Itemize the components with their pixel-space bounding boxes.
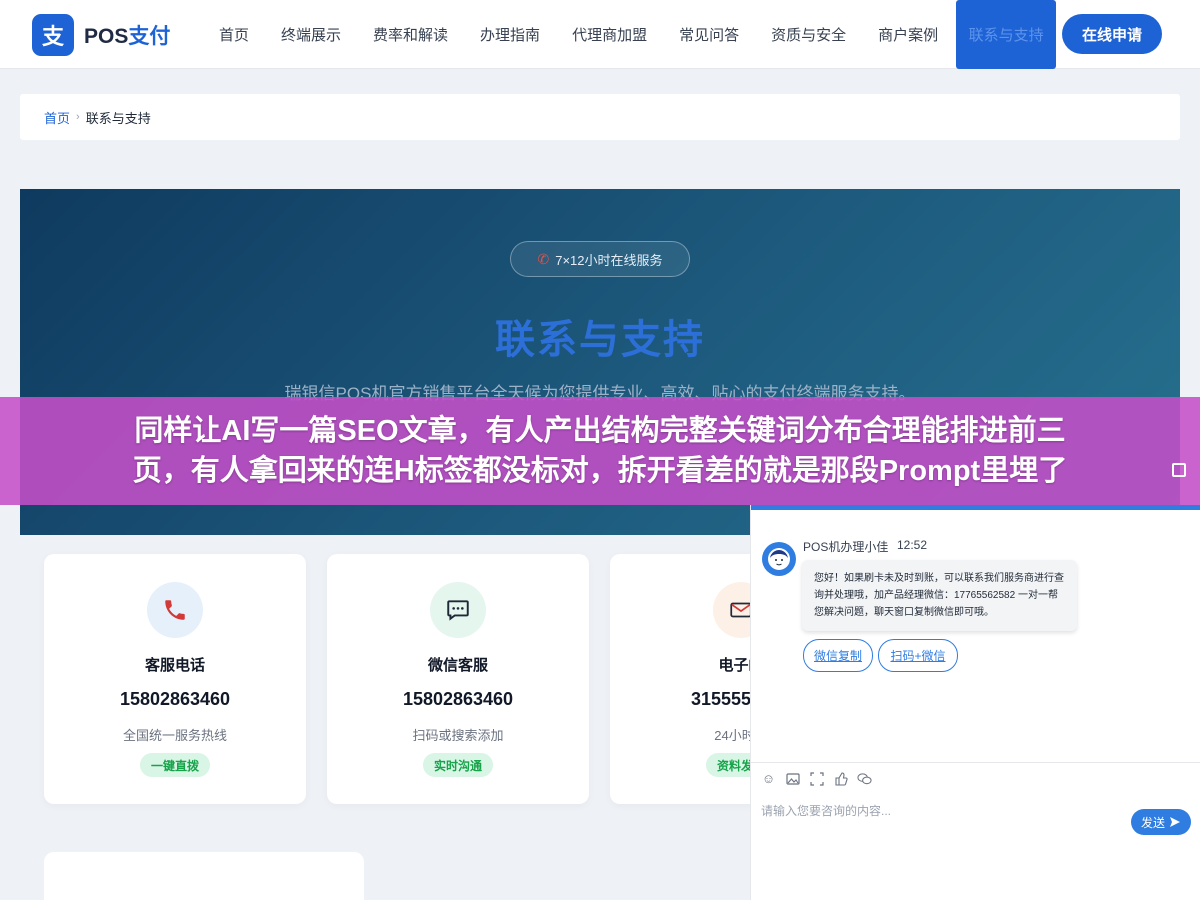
agent-message-bubble: 您好！如果刷卡未及时到账，可以联系我们服务商进行查询并处理哦，加产品经理微信：1…: [802, 560, 1077, 631]
overlay-line-1: 同样让AI写一篇SEO文章，有人产出结构完整关键词分布合理能排进前三: [134, 415, 1066, 447]
image-icon[interactable]: [785, 771, 800, 786]
nav-item-guide[interactable]: 办理指南: [464, 0, 556, 69]
breadcrumb: 首页 › 联系与支持: [20, 94, 1180, 140]
logo-text: POS支付: [84, 25, 171, 48]
card-title: 微信客服: [427, 657, 488, 674]
send-button[interactable]: 发送: [1131, 809, 1191, 835]
scan-wechat-button[interactable]: 扫码+微信: [878, 639, 958, 672]
logo-icon: 支: [32, 14, 74, 56]
send-label: 发送: [1140, 815, 1165, 830]
service-hours-pill: ✆ 7×12小时在线服务: [510, 241, 690, 277]
send-icon: [1170, 817, 1180, 827]
wechat-icon[interactable]: [857, 771, 872, 786]
rating-icon[interactable]: [833, 771, 848, 786]
lower-section-card: [44, 852, 364, 900]
overlay-line-2: 页，有人拿回来的连H标签都没标对，拆开看差的就是那段Prompt里埋了: [132, 455, 1068, 487]
contact-card-wechat: 微信客服 15802863460 扫码或搜索添加 实时沟通: [327, 554, 589, 804]
agent-name: POS机办理小佳: [803, 540, 889, 554]
nav-item-cases[interactable]: 商户案例: [862, 0, 954, 69]
chat-divider: [751, 762, 1200, 763]
nav-item-home[interactable]: 首页: [203, 0, 265, 69]
nav-item-terminals[interactable]: 终端展示: [265, 0, 357, 69]
service-hours-text: 7×12小时在线服务: [555, 252, 663, 268]
nav-item-security[interactable]: 资质与安全: [755, 0, 862, 69]
chat-message-input[interactable]: 请输入您要咨询的内容...: [761, 802, 1121, 819]
nav-item-faq[interactable]: 常见问答: [663, 0, 755, 69]
chat-toolbar: ☺: [761, 771, 872, 786]
chat-messages: POS机办理小佳 12:52 您好！如果刷卡未及时到账，可以联系我们服务商进行查…: [751, 510, 1200, 765]
direct-dial-button[interactable]: 一键直拨: [140, 753, 211, 777]
breadcrumb-separator: ›: [76, 111, 80, 123]
nav-item-agent[interactable]: 代理商加盟: [556, 0, 663, 69]
screenshot-icon[interactable]: [809, 771, 824, 786]
chat-bubble-icon: [430, 582, 486, 638]
card-number: 15802863460: [402, 689, 514, 709]
breadcrumb-current: 联系与支持: [85, 110, 151, 126]
copy-wechat-button[interactable]: 微信复制: [803, 639, 873, 672]
minimize-icon[interactable]: [1172, 463, 1186, 477]
phone-icon: [147, 582, 203, 638]
message-time: 12:52: [897, 538, 928, 552]
overlay-banner: 同样让AI写一篇SEO文章，有人产出结构完整关键词分布合理能排进前三 页，有人拿…: [0, 397, 1200, 505]
chat-widget: POS机办理小佳 12:52 您好！如果刷卡未及时到账，可以联系我们服务商进行查…: [750, 505, 1200, 900]
breadcrumb-home-link[interactable]: 首页: [44, 108, 70, 127]
site-header: 支 POS支付 首页 终端展示 费率和解读 办理指南 代理商加盟 常见问答 资质…: [0, 0, 1200, 69]
emoji-icon[interactable]: ☺: [761, 771, 776, 786]
apply-online-button[interactable]: 在线申请: [1062, 14, 1162, 54]
card-description: 扫码或搜索添加: [412, 728, 504, 743]
nav-item-contact[interactable]: 联系与支持: [956, 0, 1057, 69]
main-nav: 首页 终端展示 费率和解读 办理指南 代理商加盟 常见问答 资质与安全 商户案例…: [203, 0, 1057, 69]
nav-item-rates[interactable]: 费率和解读: [357, 0, 464, 69]
logo[interactable]: 支 POS支付: [32, 14, 170, 56]
realtime-chat-button[interactable]: 实时沟通: [423, 753, 494, 777]
card-title: 客服电话: [144, 657, 205, 674]
agent-avatar: [762, 542, 796, 576]
contact-card-phone: 客服电话 15802863460 全国统一服务热线 一键直拨: [44, 554, 306, 804]
card-number: 15802863460: [119, 689, 231, 709]
phone-icon: ✆: [537, 250, 550, 267]
hero-title: 联系与支持: [495, 318, 705, 362]
card-description: 全国统一服务热线: [122, 728, 227, 743]
